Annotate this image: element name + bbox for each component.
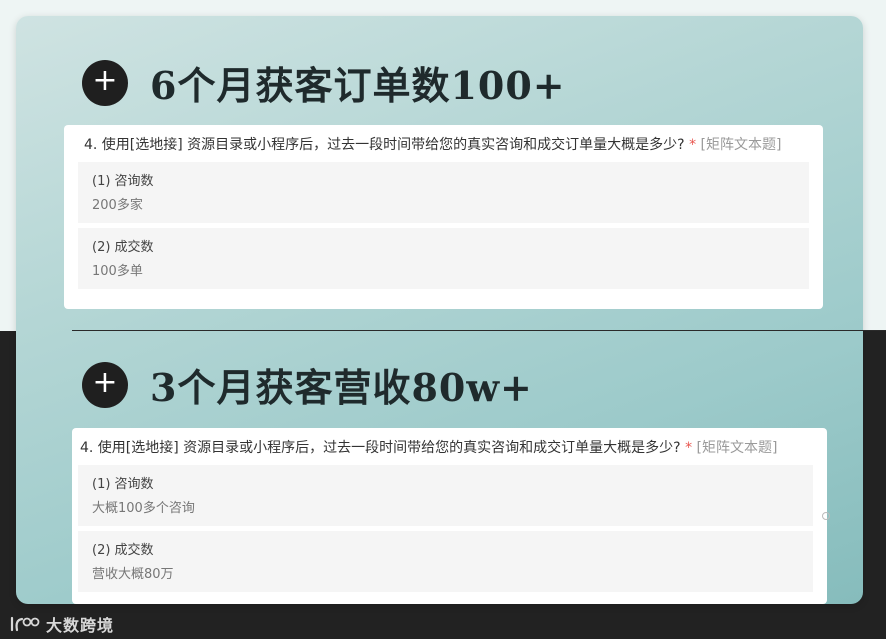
question-text: 4. 使用[选地接] 资源目录或小程序后，过去一段时间带给您的真实咨询和成交订单…	[80, 438, 813, 459]
question-text: 4. 使用[选地接] 资源目录或小程序后，过去一段时间带给您的真实咨询和成交订单…	[84, 135, 809, 156]
answer-label: (1) 咨询数	[92, 477, 154, 492]
watermark-text: 大数跨境	[46, 616, 115, 635]
answer-label: (2) 成交数	[92, 240, 154, 255]
watermark: 大数跨境	[10, 612, 114, 636]
answer-value: 100多单	[92, 264, 143, 279]
question-body: 4. 使用[选地接] 资源目录或小程序后，过去一段时间带给您的真实咨询和成交订单…	[80, 440, 681, 456]
answer-label: (1) 咨询数	[92, 174, 154, 189]
survey-answer-panel-1: 4. 使用[选地接] 资源目录或小程序后，过去一段时间带给您的真实咨询和成交订单…	[64, 125, 823, 309]
answer-block: (2) 成交数 100多单	[78, 228, 809, 289]
section-divider	[72, 330, 886, 331]
answer-value: 营收大概80万	[92, 567, 174, 582]
section-title: 3个月获客营收80w+	[150, 365, 533, 410]
survey-answer-panel-2: 4. 使用[选地接] 资源目录或小程序后，过去一段时间带给您的真实咨询和成交订单…	[72, 428, 827, 604]
question-body: 4. 使用[选地接] 资源目录或小程序后，过去一段时间带给您的真实咨询和成交订单…	[84, 137, 685, 153]
answer-block: (1) 咨询数 大概100多个咨询	[78, 465, 813, 526]
section-title: 6个月获客订单数100+	[150, 63, 566, 108]
scroll-indicator-dot	[822, 512, 830, 520]
answer-block: (2) 成交数 营收大概80万	[78, 531, 813, 592]
section-header-1: + 6个月获客订单数100+	[82, 55, 566, 110]
plus-circle-icon: +	[82, 59, 128, 106]
answer-value: 大概100多个咨询	[92, 501, 195, 516]
brand-logo-icon	[10, 616, 40, 632]
plus-circle-icon: +	[82, 361, 128, 408]
question-type-label: [矩阵文本题]	[692, 440, 778, 456]
section-header-2: + 3个月获客营收80w+	[82, 357, 533, 412]
answer-value: 200多家	[92, 198, 143, 213]
required-mark: *	[684, 137, 697, 153]
question-type-label: [矩阵文本题]	[696, 137, 782, 153]
answer-label: (2) 成交数	[92, 543, 154, 558]
answer-block: (1) 咨询数 200多家	[78, 162, 809, 223]
required-mark: *	[680, 440, 693, 456]
